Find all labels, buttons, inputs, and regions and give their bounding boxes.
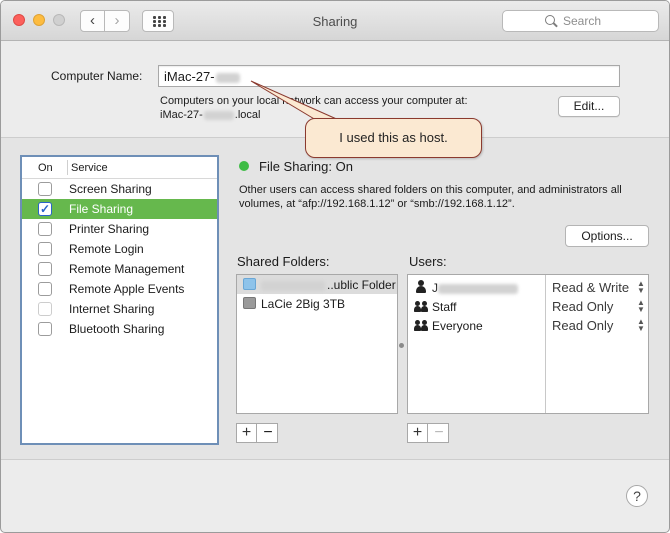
sharing-window: ‹ › Sharing Search Computer Name: iMac-2…	[0, 0, 670, 533]
callout-pointer	[250, 80, 343, 124]
annotation-callout: I used this as host.	[305, 118, 482, 158]
